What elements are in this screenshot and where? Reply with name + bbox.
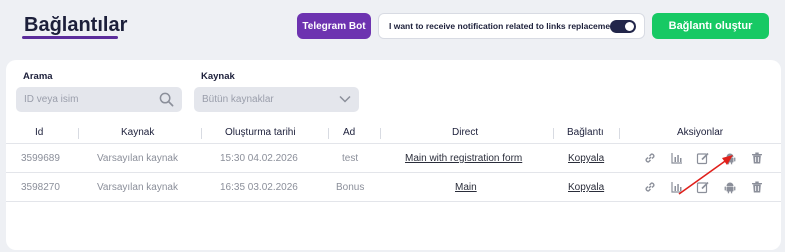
column-header-name: Ad: [343, 127, 356, 138]
page-title: Bağlantılar: [24, 14, 128, 36]
column-separator: [328, 128, 329, 139]
search-input[interactable]: ID veya isim: [16, 87, 182, 112]
source-selected-value: Bütün kaynaklar: [202, 94, 274, 105]
direct-link[interactable]: Main with registration form: [405, 153, 522, 164]
cell-name: Bonus: [336, 182, 365, 193]
cell-source: Varsayılan kaynak: [97, 182, 178, 193]
column-header-source: Kaynak: [121, 127, 155, 138]
table-row: 3598270 Varsayılan kaynak 16:35 03.02.20…: [6, 173, 781, 202]
cell-id: 3598270: [21, 182, 60, 193]
link-icon[interactable]: [643, 180, 657, 194]
search-icon: [159, 92, 174, 107]
chevron-down-icon: [339, 95, 351, 103]
link-icon[interactable]: [643, 151, 657, 165]
column-header-id: Id: [35, 127, 44, 138]
column-header-direct: Direct: [452, 127, 479, 138]
column-separator: [553, 128, 554, 139]
column-header-actions: Aksiyonlar: [677, 127, 724, 138]
notification-toggle[interactable]: [610, 20, 636, 33]
column-separator: [380, 128, 381, 139]
source-select[interactable]: Bütün kaynaklar: [194, 87, 359, 112]
column-separator: [619, 128, 620, 139]
android-icon[interactable]: [723, 151, 737, 165]
table-row: 3599689 Varsayılan kaynak 15:30 04.02.20…: [6, 144, 781, 173]
stats-icon[interactable]: [670, 180, 684, 194]
notification-setting: I want to receive notification related t…: [378, 13, 645, 39]
source-label: Kaynak: [201, 71, 235, 82]
cell-id: 3599689: [21, 153, 60, 164]
column-header-link: Bağlantı: [567, 127, 604, 138]
title-underline: [22, 36, 118, 39]
stats-icon[interactable]: [670, 151, 684, 165]
cell-created: 15:30 04.02.2026: [220, 153, 298, 164]
notification-label: I want to receive notification related t…: [389, 21, 619, 31]
search-placeholder: ID veya isim: [24, 94, 79, 105]
links-card: Arama Kaynak ID veya isim Bütün kaynakla…: [6, 60, 781, 250]
search-label: Arama: [23, 71, 53, 82]
android-icon[interactable]: [723, 180, 737, 194]
copy-link-button[interactable]: Kopyala: [568, 153, 604, 164]
trash-icon[interactable]: [750, 180, 764, 194]
trash-icon[interactable]: [750, 151, 764, 165]
cell-name: test: [342, 153, 359, 164]
edit-icon[interactable]: [696, 151, 710, 165]
create-link-button[interactable]: Bağlantı oluştur: [652, 13, 769, 39]
column-header-created: Oluşturma tarihi: [225, 127, 296, 138]
cell-created: 16:35 03.02.2026: [220, 182, 298, 193]
cell-source: Varsayılan kaynak: [97, 153, 178, 164]
table-header: Id Kaynak Oluşturma tarihi Ad Direct Bağ…: [6, 124, 781, 144]
telegram-bot-button[interactable]: Telegram Bot: [297, 13, 371, 39]
direct-link[interactable]: Main: [455, 182, 477, 193]
copy-link-button[interactable]: Kopyala: [568, 182, 604, 193]
column-separator: [201, 128, 202, 139]
column-separator: [78, 128, 79, 139]
edit-icon[interactable]: [696, 180, 710, 194]
toggle-knob: [625, 22, 634, 31]
